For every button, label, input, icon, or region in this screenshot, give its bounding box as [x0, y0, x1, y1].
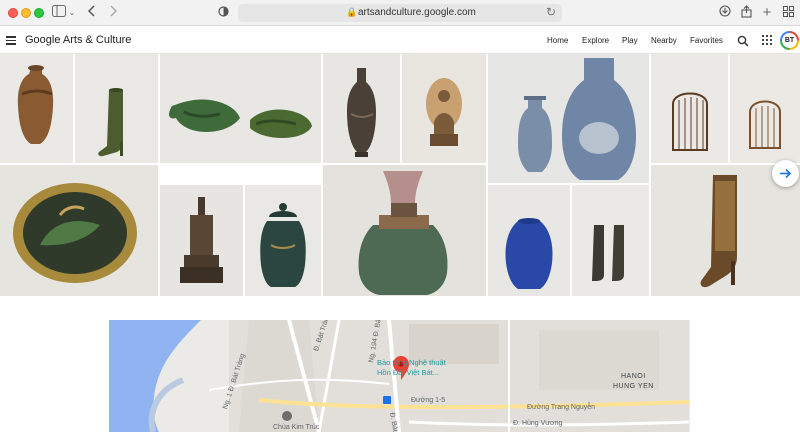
- tile-amphora-vase[interactable]: [0, 54, 73, 163]
- nav-play[interactable]: Play: [622, 36, 638, 45]
- zoom-window-button[interactable]: [34, 8, 44, 18]
- forward-button[interactable]: [108, 5, 118, 21]
- avatar-initials: BT: [782, 33, 797, 48]
- map-city-label: HUNG YEN: [613, 383, 654, 390]
- chevron-down-icon[interactable]: ⌄: [68, 5, 76, 21]
- map-poi-name-line2: Hồn Đất Việt Bát...: [377, 368, 439, 377]
- tile-green-boot[interactable]: [75, 54, 158, 163]
- nav-nearby[interactable]: Nearby: [651, 36, 677, 45]
- reload-icon[interactable]: ↻: [546, 5, 556, 19]
- url-text: artsandculture.google.com: [358, 7, 476, 18]
- tile-stupa-figure[interactable]: [160, 185, 243, 296]
- site-logo[interactable]: Google Arts & Culture: [25, 34, 131, 46]
- nav-favorites[interactable]: Favorites: [690, 36, 723, 45]
- tile-painted-plate[interactable]: [0, 165, 158, 296]
- back-button[interactable]: [87, 5, 97, 21]
- location-map[interactable]: Bảo tàng Nghệ thuật Hồn Đất Việt Bát... …: [109, 320, 690, 432]
- download-icon[interactable]: [718, 5, 732, 21]
- next-arrow-button[interactable]: [772, 160, 799, 187]
- tile-birdcage-dark[interactable]: [651, 54, 728, 163]
- map-place-label: Chùa Kim Trúc: [273, 424, 320, 431]
- nav-explore[interactable]: Explore: [582, 36, 609, 45]
- browser-toolbar: ⌄ 🔒 artsandculture.google.com ↻ +: [0, 0, 800, 26]
- search-icon[interactable]: [737, 34, 749, 47]
- share-icon[interactable]: [739, 5, 753, 21]
- tile-lidded-jar[interactable]: [245, 185, 321, 296]
- avatar[interactable]: BT: [780, 31, 799, 50]
- tile-fish-sculptures[interactable]: [160, 54, 321, 163]
- tile-pair-of-boots[interactable]: [572, 185, 649, 296]
- tile-buddha-statue[interactable]: [402, 54, 486, 163]
- tile-blue-white-vases[interactable]: [488, 54, 649, 183]
- map-road-label: Đường Trang Nguyễn: [527, 404, 596, 411]
- tile-blue-jar[interactable]: [488, 185, 570, 296]
- tile-tall-vase[interactable]: [323, 54, 400, 163]
- new-tab-icon[interactable]: +: [760, 5, 774, 21]
- google-apps-icon[interactable]: [762, 35, 772, 45]
- tab-overview-icon[interactable]: [781, 5, 795, 21]
- tile-drip-glaze-vase[interactable]: [323, 165, 486, 296]
- address-bar[interactable]: 🔒 artsandculture.google.com ↻: [238, 4, 562, 22]
- close-window-button[interactable]: [8, 8, 18, 18]
- map-poi-name-line1: Bảo tàng Nghệ thuật: [377, 358, 446, 367]
- site-header: Google Arts & Culture Home Explore Play …: [0, 27, 800, 54]
- lock-icon: 🔒: [346, 7, 358, 17]
- privacy-shield-icon[interactable]: [217, 5, 229, 21]
- tile-birdcage-light[interactable]: [730, 54, 800, 163]
- map-city-label: HANOI: [621, 373, 646, 380]
- map-road-label: Đ. Hùng Vương: [513, 420, 563, 427]
- sidebar-icon[interactable]: [52, 5, 66, 21]
- map-road-label: Đường 1-5: [411, 397, 446, 404]
- minimize-window-button[interactable]: [21, 8, 31, 18]
- artwork-gallery: [0, 54, 800, 296]
- menu-icon[interactable]: [6, 36, 16, 45]
- nav-home[interactable]: Home: [547, 36, 568, 45]
